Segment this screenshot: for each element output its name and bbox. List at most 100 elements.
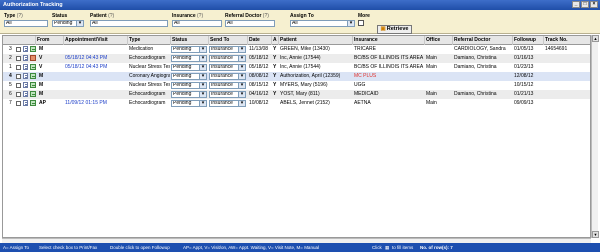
status-dropdown[interactable]: Pending	[171, 73, 207, 80]
edit-note-icon[interactable]	[30, 73, 36, 79]
status-dropdown[interactable]: Pending	[171, 64, 207, 71]
send-to-dropdown[interactable]: Insurance	[209, 55, 246, 62]
office-cell: Main	[426, 91, 437, 97]
edit-note-icon[interactable]	[30, 100, 36, 106]
status-dropdown[interactable]: Pending	[171, 91, 207, 98]
office-cell: Main	[426, 55, 437, 61]
document-icon[interactable]	[23, 82, 28, 88]
table-row[interactable]: 3 M Medication Pending Insurance 11/13/0…	[3, 45, 590, 54]
fill-items-icon[interactable]: ▦	[385, 243, 389, 252]
edit-note-icon[interactable]	[30, 64, 36, 70]
document-icon[interactable]	[23, 55, 28, 61]
appointment-cell[interactable]: 05/18/12 04:43 PM	[65, 54, 127, 63]
send-to-dropdown[interactable]: Insurance	[209, 100, 246, 107]
document-icon[interactable]	[23, 73, 28, 79]
row-checkbox[interactable]	[16, 74, 21, 79]
row-number: 7	[9, 100, 12, 106]
col-appointment[interactable]: Appointment/Visit	[64, 36, 128, 45]
send-to-dropdown[interactable]: Insurance	[209, 91, 246, 98]
followup-cell: 12/08/12	[514, 73, 534, 79]
send-to-dropdown[interactable]: Insurance	[209, 82, 246, 89]
window-controls: _ □ ×	[572, 1, 598, 8]
status-dropdown[interactable]: Pending	[171, 100, 207, 107]
appointment-cell[interactable]	[65, 81, 127, 90]
send-to-dropdown[interactable]: Insurance	[209, 73, 246, 80]
status-legend: AP= Appt, V= Visit/on, AW= Appt. Waiting…	[183, 245, 319, 250]
track-no-cell	[545, 81, 590, 90]
appointment-cell[interactable]	[65, 72, 127, 81]
more-checkbox[interactable]	[358, 20, 364, 26]
minimize-button[interactable]: _	[572, 1, 580, 8]
table-row[interactable]: 2 V 05/18/12 04:43 PM Echocardiogram Pen…	[3, 54, 590, 63]
status-dropdown[interactable]: Pending	[171, 82, 207, 89]
col-track-no[interactable]: Track No.	[544, 36, 590, 45]
row-checkbox[interactable]	[16, 47, 21, 52]
a-cell: Y	[273, 82, 277, 88]
type-cell: Echocardiogram	[129, 91, 166, 97]
document-icon[interactable]	[23, 100, 28, 106]
row-checkbox[interactable]	[16, 56, 21, 61]
document-icon[interactable]	[23, 64, 28, 70]
table-row[interactable]: 5 M Nuclear Stress Test Pending Insuranc…	[3, 81, 590, 90]
date-cell: 05/18/12	[249, 64, 269, 70]
appointment-cell[interactable]	[65, 90, 127, 99]
row-number: 6	[9, 91, 12, 97]
col-type[interactable]: Type	[128, 36, 171, 45]
document-icon[interactable]	[23, 46, 28, 52]
scroll-up-icon[interactable]: ▲	[592, 35, 599, 42]
row-checkbox[interactable]	[16, 92, 21, 97]
date-cell: 08/08/12	[249, 73, 269, 79]
patient-input[interactable]: All	[90, 20, 168, 27]
office-cell	[426, 81, 452, 90]
status-label: Status	[52, 13, 68, 19]
edit-note-icon[interactable]	[30, 46, 36, 52]
col-date[interactable]: Date	[248, 36, 272, 45]
edit-note-icon[interactable]	[30, 82, 36, 88]
assign-to-select[interactable]: All	[290, 20, 355, 27]
scroll-down-icon[interactable]: ▼	[592, 231, 599, 238]
vertical-scrollbar[interactable]: ▲ ▼	[591, 35, 599, 238]
row-checkbox[interactable]	[16, 83, 21, 88]
type-input[interactable]: All	[4, 20, 48, 27]
table-row[interactable]: 1 V 05/18/12 04:43 PM Nuclear Stress Tes…	[3, 63, 590, 72]
row-checkbox[interactable]	[16, 101, 21, 106]
date-cell: 08/15/12	[249, 82, 269, 88]
patient-cell: YOST, Mary (811)	[280, 91, 320, 97]
more-label: More	[358, 13, 370, 19]
table-row[interactable]: 7 AP 11/09/12 01:15 PM Echocardiogram Pe…	[3, 99, 590, 108]
patient-cell: GREEN, Mike (13430)	[280, 46, 330, 52]
assign-to-label: Assign To	[290, 13, 314, 19]
edit-note-icon[interactable]	[30, 91, 36, 97]
status-select[interactable]: Pending	[52, 20, 84, 27]
send-to-dropdown[interactable]: Insurance	[209, 46, 246, 53]
table-row[interactable]: 4 M Coronary Angiogram Pending Insurance…	[3, 72, 590, 81]
col-followup[interactable]: Followup	[513, 36, 544, 45]
col-status[interactable]: Status	[171, 36, 209, 45]
close-button[interactable]: ×	[590, 1, 598, 8]
col-referral-doctor[interactable]: Referral Doctor	[453, 36, 513, 45]
a-cell: Y	[273, 64, 277, 70]
row-checkbox[interactable]	[16, 65, 21, 70]
referral-doctor-input[interactable]: All	[225, 20, 275, 27]
appointment-cell[interactable]: 05/18/12 04:43 PM	[65, 63, 127, 72]
insurance-input[interactable]: All	[172, 20, 222, 27]
appointment-icon[interactable]	[30, 55, 36, 61]
col-from[interactable]: From	[36, 36, 64, 45]
assign-to-filter: Assign To All	[290, 13, 355, 27]
maximize-button[interactable]: □	[581, 1, 589, 8]
retrieve-button[interactable]: ▣Retrieve	[377, 25, 412, 34]
col-office[interactable]: Office	[425, 36, 453, 45]
col-a[interactable]: A	[272, 36, 279, 45]
appointment-cell[interactable]: 11/09/12 01:15 PM	[65, 99, 127, 108]
status-dropdown[interactable]: Pending	[171, 55, 207, 62]
document-icon[interactable]	[23, 91, 28, 97]
authorization-grid: From Appointment/Visit Type Status Send …	[2, 35, 591, 238]
col-send-to[interactable]: Send To	[209, 36, 248, 45]
send-to-dropdown[interactable]: Insurance	[209, 64, 246, 71]
col-patient[interactable]: Patient	[279, 36, 353, 45]
col-insurance[interactable]: Insurance	[353, 36, 425, 45]
status-bar: A= Assign To Select check box to Print/F…	[0, 243, 600, 252]
appointment-cell[interactable]	[65, 45, 127, 54]
status-dropdown[interactable]: Pending	[171, 46, 207, 53]
table-row[interactable]: 6 M Echocardiogram Pending Insurance 04/…	[3, 90, 590, 99]
